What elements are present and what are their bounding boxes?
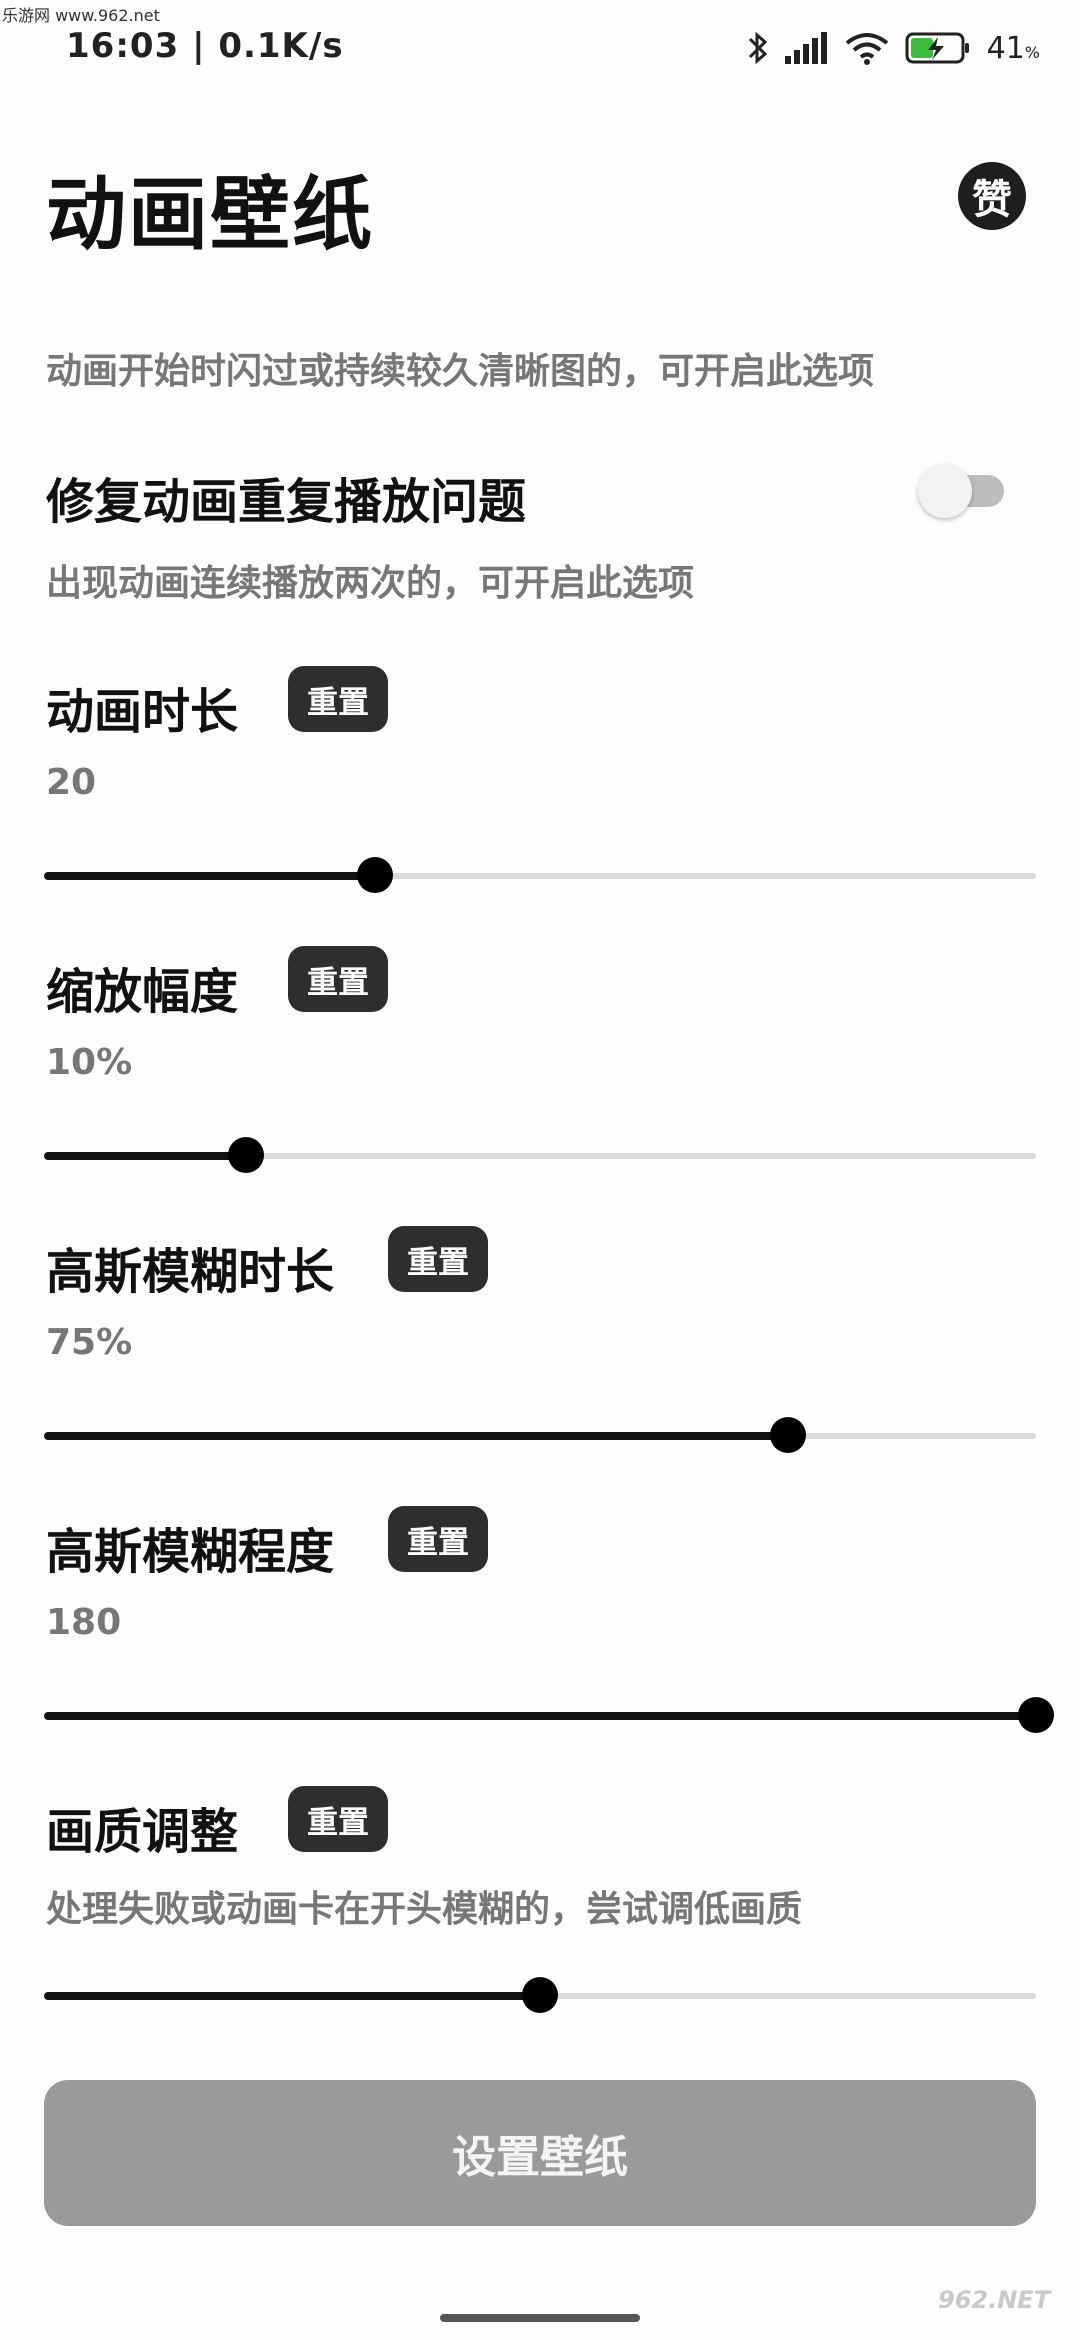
quality-reset-button[interactable]: 重置 bbox=[288, 1786, 388, 1852]
blur-duration-slider[interactable] bbox=[44, 1416, 1036, 1456]
slider-thumb[interactable] bbox=[1018, 1697, 1054, 1733]
status-icons: 41% bbox=[747, 24, 1040, 72]
slider-fill bbox=[44, 1992, 540, 2000]
slider-fill bbox=[44, 1432, 788, 1440]
bluetooth-icon bbox=[747, 30, 769, 66]
watermark-bottom: 962.NET bbox=[938, 2286, 1051, 2314]
set-wallpaper-button[interactable]: 设置壁纸 bbox=[44, 2080, 1036, 2226]
fix-repeat-title: 修复动画重复播放问题 bbox=[46, 474, 527, 530]
quality-title: 画质调整 bbox=[46, 1804, 239, 1860]
blur-strength-title: 高斯模糊程度 bbox=[46, 1524, 335, 1580]
slider-thumb[interactable] bbox=[228, 1137, 265, 1173]
animation-duration-value: 20 bbox=[46, 762, 97, 803]
blur-duration-title: 高斯模糊时长 bbox=[46, 1244, 335, 1300]
slider-fill bbox=[44, 1152, 247, 1160]
blur-duration-value: 75% bbox=[46, 1322, 133, 1363]
zoom-amount-title: 缩放幅度 bbox=[46, 964, 239, 1020]
battery-percentage: 41% bbox=[987, 31, 1040, 66]
slider-fill bbox=[44, 872, 376, 880]
fix-repeat-hint: 出现动画连续播放两次的，可开启此选项 bbox=[46, 563, 695, 604]
zoom-amount-slider[interactable] bbox=[44, 1136, 1036, 1176]
zoom-amount-value: 10% bbox=[46, 1042, 133, 1083]
slider-fill bbox=[44, 1712, 1036, 1720]
battery-level: 41 bbox=[986, 30, 1025, 66]
slider-thumb[interactable] bbox=[357, 857, 394, 893]
quality-slider[interactable] bbox=[44, 1976, 1036, 2016]
quality-hint: 处理失败或动画卡在开头模糊的，尝试调低画质 bbox=[46, 1889, 803, 1930]
watermark-top: 乐游网 www.962.net bbox=[2, 6, 160, 25]
fix-repeat-toggle-thumb[interactable] bbox=[918, 464, 972, 518]
wifi-icon bbox=[845, 31, 889, 65]
blur-strength-value: 180 bbox=[46, 1602, 122, 1643]
battery-charging-icon bbox=[905, 31, 971, 65]
blur-strength-reset-button[interactable]: 重置 bbox=[388, 1506, 488, 1572]
blur-duration-reset-button[interactable]: 重置 bbox=[388, 1226, 488, 1292]
zoom-amount-reset-button[interactable]: 重置 bbox=[288, 946, 388, 1012]
status-time: 16:03 | 0.1K/s bbox=[66, 26, 344, 66]
slider-thumb[interactable] bbox=[770, 1417, 806, 1453]
animation-duration-title: 动画时长 bbox=[46, 684, 239, 740]
intro-hint: 动画开始时闪过或持续较久清晰图的，可开启此选项 bbox=[46, 351, 875, 392]
animation-duration-reset-button[interactable]: 重置 bbox=[288, 666, 388, 732]
battery-unit: % bbox=[1024, 42, 1040, 62]
home-indicator bbox=[440, 2314, 640, 2322]
like-button[interactable]: 赞 bbox=[958, 162, 1026, 230]
animation-duration-slider[interactable] bbox=[44, 856, 1036, 896]
blur-strength-slider[interactable] bbox=[44, 1696, 1054, 1736]
signal-icon bbox=[784, 32, 829, 64]
page-title: 动画壁纸 bbox=[46, 168, 374, 261]
slider-thumb[interactable] bbox=[522, 1977, 558, 2013]
